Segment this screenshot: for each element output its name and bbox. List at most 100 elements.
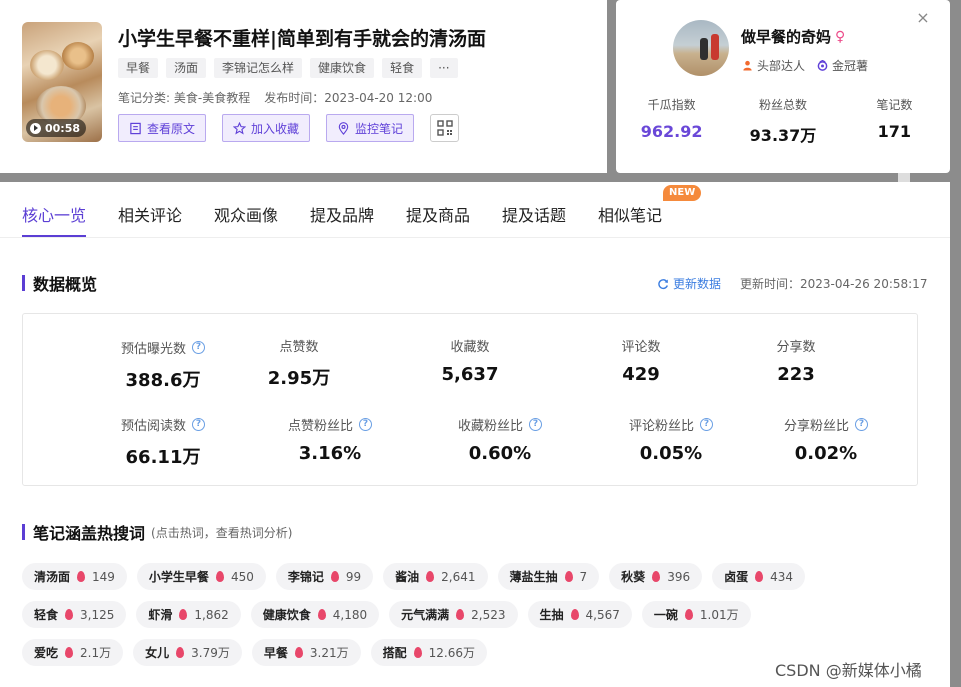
tab-overview[interactable]: 核心一览 xyxy=(22,202,86,226)
keyword-count: 7 xyxy=(579,569,588,584)
tab-bar: 核心一览 相关评论 观众画像 提及品牌 提及商品 提及话题 相似笔记 NEW xyxy=(0,182,950,238)
note-tags: 早餐 汤面 李锦记怎么样 健康饮食 轻食 ··· xyxy=(118,58,458,78)
help-icon[interactable]: ? xyxy=(192,341,205,354)
keyword-chip[interactable]: 搭配 12.66万 xyxy=(370,639,487,666)
tab-comments[interactable]: 相关评论 xyxy=(118,202,182,226)
tab-products[interactable]: 提及商品 xyxy=(406,202,470,226)
star-icon xyxy=(233,121,247,135)
metric-comments: 评论数 429 xyxy=(621,340,661,385)
keyword-text: 酱油 xyxy=(395,570,420,584)
metric-like-fan-ratio: 点赞粉丝比? 3.16% xyxy=(260,415,400,464)
hot-flame-icon xyxy=(179,609,188,620)
note-tag[interactable]: 健康饮食 xyxy=(310,58,375,78)
keyword-chip[interactable]: 秋葵 396 xyxy=(609,563,703,590)
help-icon[interactable]: ? xyxy=(700,418,713,431)
keyword-text: 元气满满 xyxy=(401,608,450,622)
food-plate-image xyxy=(30,50,64,80)
hot-flame-icon xyxy=(77,571,86,582)
keyword-count: 149 xyxy=(92,569,115,584)
keyword-count: 2.1万 xyxy=(80,646,112,660)
note-tag[interactable]: 轻食 xyxy=(382,58,423,78)
keyword-chip[interactable]: 李锦记 99 xyxy=(275,563,374,590)
qr-code-icon xyxy=(436,120,453,136)
keyword-count: 12.66万 xyxy=(428,646,475,660)
tab-similar-notes[interactable]: 相似笔记 xyxy=(598,202,662,226)
author-name[interactable]: 做早餐的奇妈 xyxy=(741,26,831,47)
hot-flame-icon xyxy=(755,571,764,582)
keyword-chip[interactable]: 薄盐生抽 7 xyxy=(497,563,600,590)
metric-reads: 预估阅读数? 66.11万 xyxy=(93,415,233,469)
keyword-text: 早餐 xyxy=(263,646,288,660)
avatar-figure xyxy=(700,38,708,60)
note-tag[interactable]: 李锦记怎么样 xyxy=(214,58,303,78)
note-tag[interactable]: 早餐 xyxy=(118,58,159,78)
tab-brands[interactable]: 提及品牌 xyxy=(310,202,374,226)
keyword-count: 3.21万 xyxy=(309,646,349,660)
keyword-chip[interactable]: 女儿 3.79万 xyxy=(133,639,242,666)
crown-icon xyxy=(817,60,828,71)
keyword-chip[interactable]: 早餐 3.21万 xyxy=(251,639,361,666)
location-icon xyxy=(338,121,349,135)
watermark: CSDN @新媒体小橘 xyxy=(775,661,922,680)
help-icon[interactable]: ? xyxy=(359,418,372,431)
keyword-chip[interactable]: 小学生早餐 450 xyxy=(136,563,266,590)
close-icon[interactable]: × xyxy=(916,10,930,26)
keyword-text: 虾滑 xyxy=(148,608,173,622)
keyword-chip[interactable]: 元气满满 2,523 xyxy=(389,601,518,628)
keyword-text: 秋葵 xyxy=(621,570,646,584)
hot-flame-icon xyxy=(176,647,185,658)
add-favorite-button[interactable]: 加入收藏 xyxy=(222,114,311,142)
keyword-chip[interactable]: 生抽 4,567 xyxy=(527,601,632,628)
keyword-chip[interactable]: 轻食 3,125 xyxy=(22,601,127,628)
keyword-chip[interactable]: 卤蛋 434 xyxy=(712,563,806,590)
qr-code-button[interactable] xyxy=(430,114,460,142)
author-card: 做早餐的奇妈 ♀ 头部达人 金冠薯 × 千瓜指数 962.92 粉丝总数 93.… xyxy=(616,0,950,173)
help-icon[interactable]: ? xyxy=(529,418,542,431)
keyword-chip[interactable]: 酱油 2,641 xyxy=(383,563,488,590)
keyword-chip[interactable]: 健康饮食 4,180 xyxy=(250,601,380,628)
note-tag[interactable]: 汤面 xyxy=(166,58,207,78)
note-actions: 查看原文 加入收藏 监控笔记 xyxy=(118,114,460,142)
refresh-data-button[interactable]: 更新数据 xyxy=(657,275,721,292)
keyword-count: 99 xyxy=(345,569,362,584)
metric-comment-fan-ratio: 评论粉丝比? 0.05% xyxy=(601,415,741,464)
monitor-note-button[interactable]: 监控笔记 xyxy=(326,114,415,142)
document-icon xyxy=(130,122,141,134)
author-name-row: 做早餐的奇妈 ♀ xyxy=(741,26,845,47)
video-thumbnail[interactable]: 00:58 xyxy=(22,22,102,142)
keyword-chip[interactable]: 清汤面 149 xyxy=(22,563,127,590)
metrics-panel: 预估曝光数? 388.6万 点赞数 2.95万 收藏数 5,637 评论数 42… xyxy=(22,313,918,486)
update-time: 更新时间：2023-04-26 20:58:17 xyxy=(740,277,928,291)
page-edge xyxy=(950,182,961,687)
tab-audience[interactable]: 观众画像 xyxy=(214,202,278,226)
keyword-chip[interactable]: 一碗 1.01万 xyxy=(641,601,751,628)
author-avatar[interactable] xyxy=(673,20,729,76)
note-title[interactable]: 小学生早餐不重样|简单到有手就会的清汤面 xyxy=(118,24,486,51)
main-panel: 核心一览 相关评论 观众画像 提及品牌 提及商品 提及话题 相似笔记 NEW 数… xyxy=(0,182,950,687)
keyword-count: 4,180 xyxy=(332,607,368,622)
hot-keywords-heading: 笔记涵盖热搜词 (点击热词，查看热词分析) xyxy=(22,520,292,544)
note-category: 笔记分类: 美食-美食教程 xyxy=(118,91,251,105)
metric-favorites: 收藏数 5,637 xyxy=(441,340,499,385)
keyword-text: 一碗 xyxy=(653,608,678,622)
avatar-figure xyxy=(711,34,719,60)
keyword-count: 396 xyxy=(667,569,691,584)
help-icon[interactable]: ? xyxy=(855,418,868,431)
top-creator-badge: 头部达人 xyxy=(742,57,805,74)
keyword-count: 434 xyxy=(770,569,794,584)
more-tags-button[interactable]: ··· xyxy=(430,58,458,78)
hot-flame-icon xyxy=(426,571,435,582)
view-original-button[interactable]: 查看原文 xyxy=(118,114,207,142)
metric-shares: 分享数 223 xyxy=(776,340,816,385)
tab-topics[interactable]: 提及话题 xyxy=(502,202,566,226)
metric-favorite-fan-ratio: 收藏粉丝比? 0.60% xyxy=(430,415,570,464)
keyword-text: 卤蛋 xyxy=(724,570,749,584)
keyword-chip[interactable]: 虾滑 1,862 xyxy=(136,601,241,628)
play-icon xyxy=(30,122,41,134)
keyword-row: 轻食 3,125 虾滑 1,862 健康饮食 4,180 元气满满 2,523 生抽 4,… xyxy=(22,601,922,628)
person-icon xyxy=(743,60,752,71)
keyword-chip[interactable]: 爱吃 2.1万 xyxy=(22,639,124,666)
stat-followers: 粉丝总数 93.37万 xyxy=(749,98,817,145)
help-icon[interactable]: ? xyxy=(192,418,205,431)
metric-impressions: 预估曝光数? 388.6万 xyxy=(93,338,233,392)
